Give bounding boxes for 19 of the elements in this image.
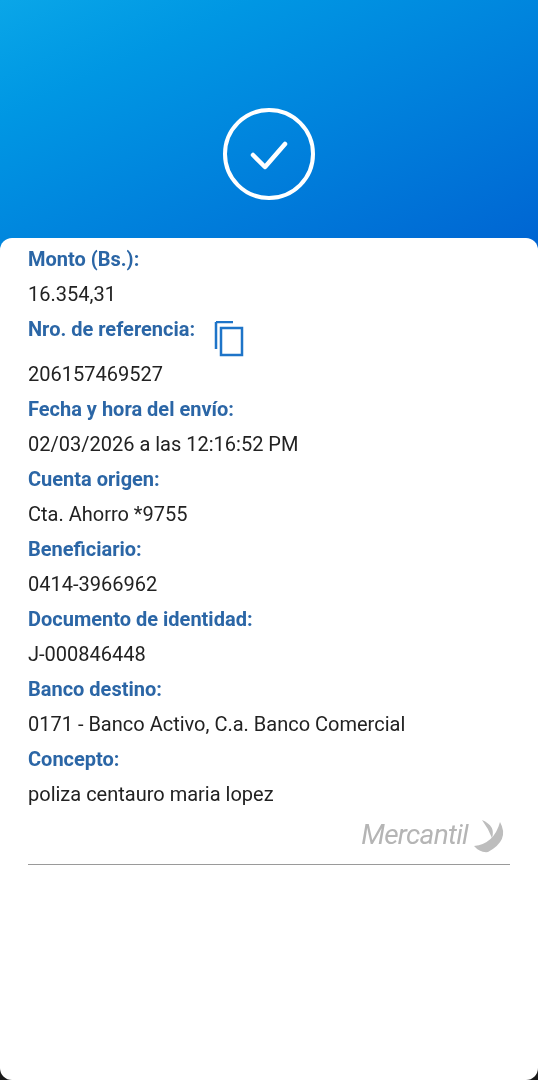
field-label: Documento de identidad: <box>28 606 253 633</box>
field-value: Cta. Ahorro *9755 <box>28 501 189 528</box>
field-label: Monto (Bs.): <box>28 246 140 273</box>
field-label: Concepto: <box>28 746 120 773</box>
copy-icon[interactable] <box>213 321 246 357</box>
field-label: Beneficiario: <box>28 536 142 563</box>
field-value: 206157469527 <box>28 361 164 388</box>
logo-text: Mercantil <box>361 817 468 853</box>
field-value: poliza centauro maria lopez <box>28 781 275 808</box>
field-label: Nro. de referencia: <box>28 316 196 343</box>
field-label: Banco destino: <box>28 676 162 703</box>
check-circle-icon <box>222 107 316 201</box>
field-label: Cuenta origen: <box>28 466 160 493</box>
field-value: 02/03/2026 a las 12:16:52 PM <box>28 431 300 458</box>
field-label: Fecha y hora del envío: <box>28 396 234 423</box>
field-value: 0414-3966962 <box>28 571 159 598</box>
field-value: 0171 - Banco Activo, C.a. Banco Comercial <box>28 711 407 738</box>
field-value: J-000846448 <box>28 641 147 668</box>
field-value: 16.354,31 <box>28 281 117 308</box>
